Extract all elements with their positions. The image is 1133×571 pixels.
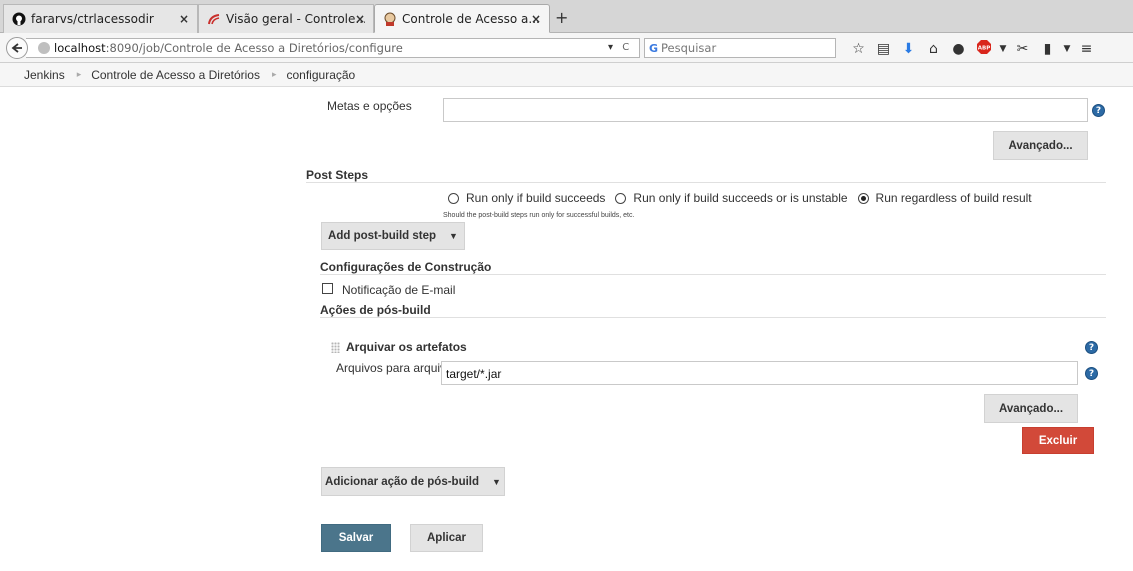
- breadcrumb-separator-icon: ▸: [76, 69, 82, 79]
- url-host: localhost: [54, 41, 106, 55]
- email-notification-checkbox[interactable]: [322, 283, 333, 294]
- radio-option-success[interactable]: Run only if build succeeds: [448, 191, 605, 205]
- build-settings-title: Configurações de Construção: [320, 260, 492, 274]
- divider: [320, 317, 1106, 318]
- url-path: :8090/job/Controle de Acesso a Diretório…: [105, 41, 403, 55]
- divider: [320, 274, 1106, 275]
- files-to-archive-label: Arquivos para arquivar: [336, 361, 457, 375]
- back-arrow-icon: [11, 43, 22, 53]
- breadcrumb-item-jenkins[interactable]: Jenkins: [24, 68, 65, 82]
- radio-label: Run regardless of build result: [875, 191, 1032, 205]
- add-post-build-action-label: Adicionar ação de pós-build: [325, 475, 480, 488]
- reading-list-icon[interactable]: ▤: [871, 41, 896, 57]
- tab-title: Controle de Acesso a...: [402, 11, 540, 26]
- drag-handle-icon[interactable]: [331, 342, 340, 353]
- search-engine-icon: G: [649, 41, 659, 55]
- radio-button[interactable]: [448, 192, 459, 204]
- post-steps-note: Should the post-build steps run only for…: [443, 212, 635, 219]
- breadcrumb-item-job[interactable]: Controle de Acesso a Diretórios: [91, 68, 260, 82]
- radio-button[interactable]: [615, 192, 627, 204]
- radio-option-unstable[interactable]: Run only if build succeeds or is unstabl…: [615, 191, 848, 205]
- email-notification-label: Notificação de E-mail: [342, 283, 456, 297]
- sonarqube-icon: [207, 12, 221, 26]
- tab-title: fararvs/ctrlacessodir: [31, 12, 154, 26]
- archive-advanced-button[interactable]: Avançado...: [984, 394, 1078, 423]
- menu-icon[interactable]: ≡: [1074, 41, 1099, 57]
- radio-option-regardless[interactable]: Run regardless of build result: [857, 191, 1032, 205]
- browser-tab-sonarqube[interactable]: Visão geral - Controle... ×: [198, 4, 374, 33]
- chat-icon[interactable]: ●: [946, 41, 971, 57]
- goals-input[interactable]: [443, 98, 1088, 122]
- add-post-build-step-label: Add post-build step: [328, 230, 437, 242]
- help-icon[interactable]: ?: [1085, 367, 1098, 380]
- extension-icon[interactable]: ✂: [1010, 41, 1035, 57]
- help-icon[interactable]: ?: [1085, 341, 1098, 354]
- globe-icon: [38, 42, 50, 54]
- goals-advanced-button[interactable]: Avançado...: [993, 131, 1088, 160]
- home-icon[interactable]: ⌂: [921, 41, 946, 57]
- url-dropdown-icon[interactable]: ▾: [608, 42, 613, 53]
- breadcrumb-item-configure[interactable]: configuração: [287, 68, 356, 82]
- download-icon[interactable]: ⬇: [896, 41, 921, 57]
- add-post-build-action-button[interactable]: Adicionar ação de pós-build ▼: [321, 467, 505, 496]
- jenkins-icon: [383, 12, 397, 26]
- apply-button[interactable]: Aplicar: [410, 524, 483, 552]
- divider: [306, 182, 1106, 183]
- radio-label: Run only if build succeeds: [466, 191, 606, 205]
- github-icon: [12, 12, 26, 26]
- adblock-icon[interactable]: ABP: [971, 39, 996, 59]
- close-tab-icon[interactable]: ×: [531, 12, 541, 26]
- post-steps-title: Post Steps: [306, 168, 369, 182]
- browser-tab-bar: fararvs/ctrlacessodir × Visão geral - Co…: [0, 0, 1133, 33]
- breadcrumb: Jenkins ▸ Controle de Acesso a Diretório…: [0, 63, 1133, 87]
- search-bar[interactable]: G Pesquisar: [644, 38, 836, 58]
- browser-toolbar-icons: ☆ ▤ ⬇ ⌂ ● ABP ▼ ✂ ▮ ▼ ≡: [846, 39, 1099, 59]
- browser-nav-bar: localhost:8090/job/Controle de Acesso a …: [0, 33, 1133, 63]
- clipboard-icon[interactable]: ▮: [1035, 41, 1060, 57]
- svg-text:ABP: ABP: [977, 46, 989, 52]
- browser-tab-jenkins[interactable]: Controle de Acesso a... ×: [374, 4, 550, 33]
- close-tab-icon[interactable]: ×: [355, 12, 365, 26]
- caret-down-icon: ▼: [449, 231, 458, 241]
- search-placeholder: Pesquisar: [661, 41, 717, 55]
- new-tab-button[interactable]: +: [555, 8, 568, 27]
- url-bar[interactable]: localhost:8090/job/Controle de Acesso a …: [26, 38, 640, 58]
- archive-artifacts-title: Arquivar os artefatos: [346, 340, 467, 354]
- dropdown-icon[interactable]: ▼: [996, 44, 1010, 54]
- caret-down-icon: ▼: [492, 476, 501, 487]
- post-build-title: Ações de pós-build: [320, 303, 431, 317]
- post-steps-options: Run only if build succeeds Run only if b…: [448, 191, 1042, 205]
- help-icon[interactable]: ?: [1092, 104, 1105, 117]
- back-button[interactable]: [6, 37, 28, 59]
- files-to-archive-input[interactable]: target/*.jar: [441, 361, 1078, 385]
- save-button[interactable]: Salvar: [321, 524, 391, 552]
- add-post-build-step-button[interactable]: Add post-build step ▼: [321, 222, 465, 250]
- reload-icon[interactable]: C: [622, 42, 629, 53]
- bookmark-star-icon[interactable]: ☆: [846, 41, 871, 57]
- delete-button[interactable]: Excluir: [1022, 427, 1094, 454]
- dropdown-icon[interactable]: ▼: [1060, 44, 1074, 54]
- url-tools: ▾ C: [608, 42, 629, 53]
- browser-tab-github[interactable]: fararvs/ctrlacessodir ×: [3, 4, 198, 33]
- breadcrumb-separator-icon: ▸: [271, 69, 277, 79]
- close-tab-icon[interactable]: ×: [179, 12, 189, 26]
- radio-label: Run only if build succeeds or is unstabl…: [633, 191, 848, 205]
- goals-label: Metas e opções: [327, 99, 412, 113]
- radio-button-selected[interactable]: [857, 192, 869, 204]
- tab-title: Visão geral - Controle...: [226, 12, 365, 26]
